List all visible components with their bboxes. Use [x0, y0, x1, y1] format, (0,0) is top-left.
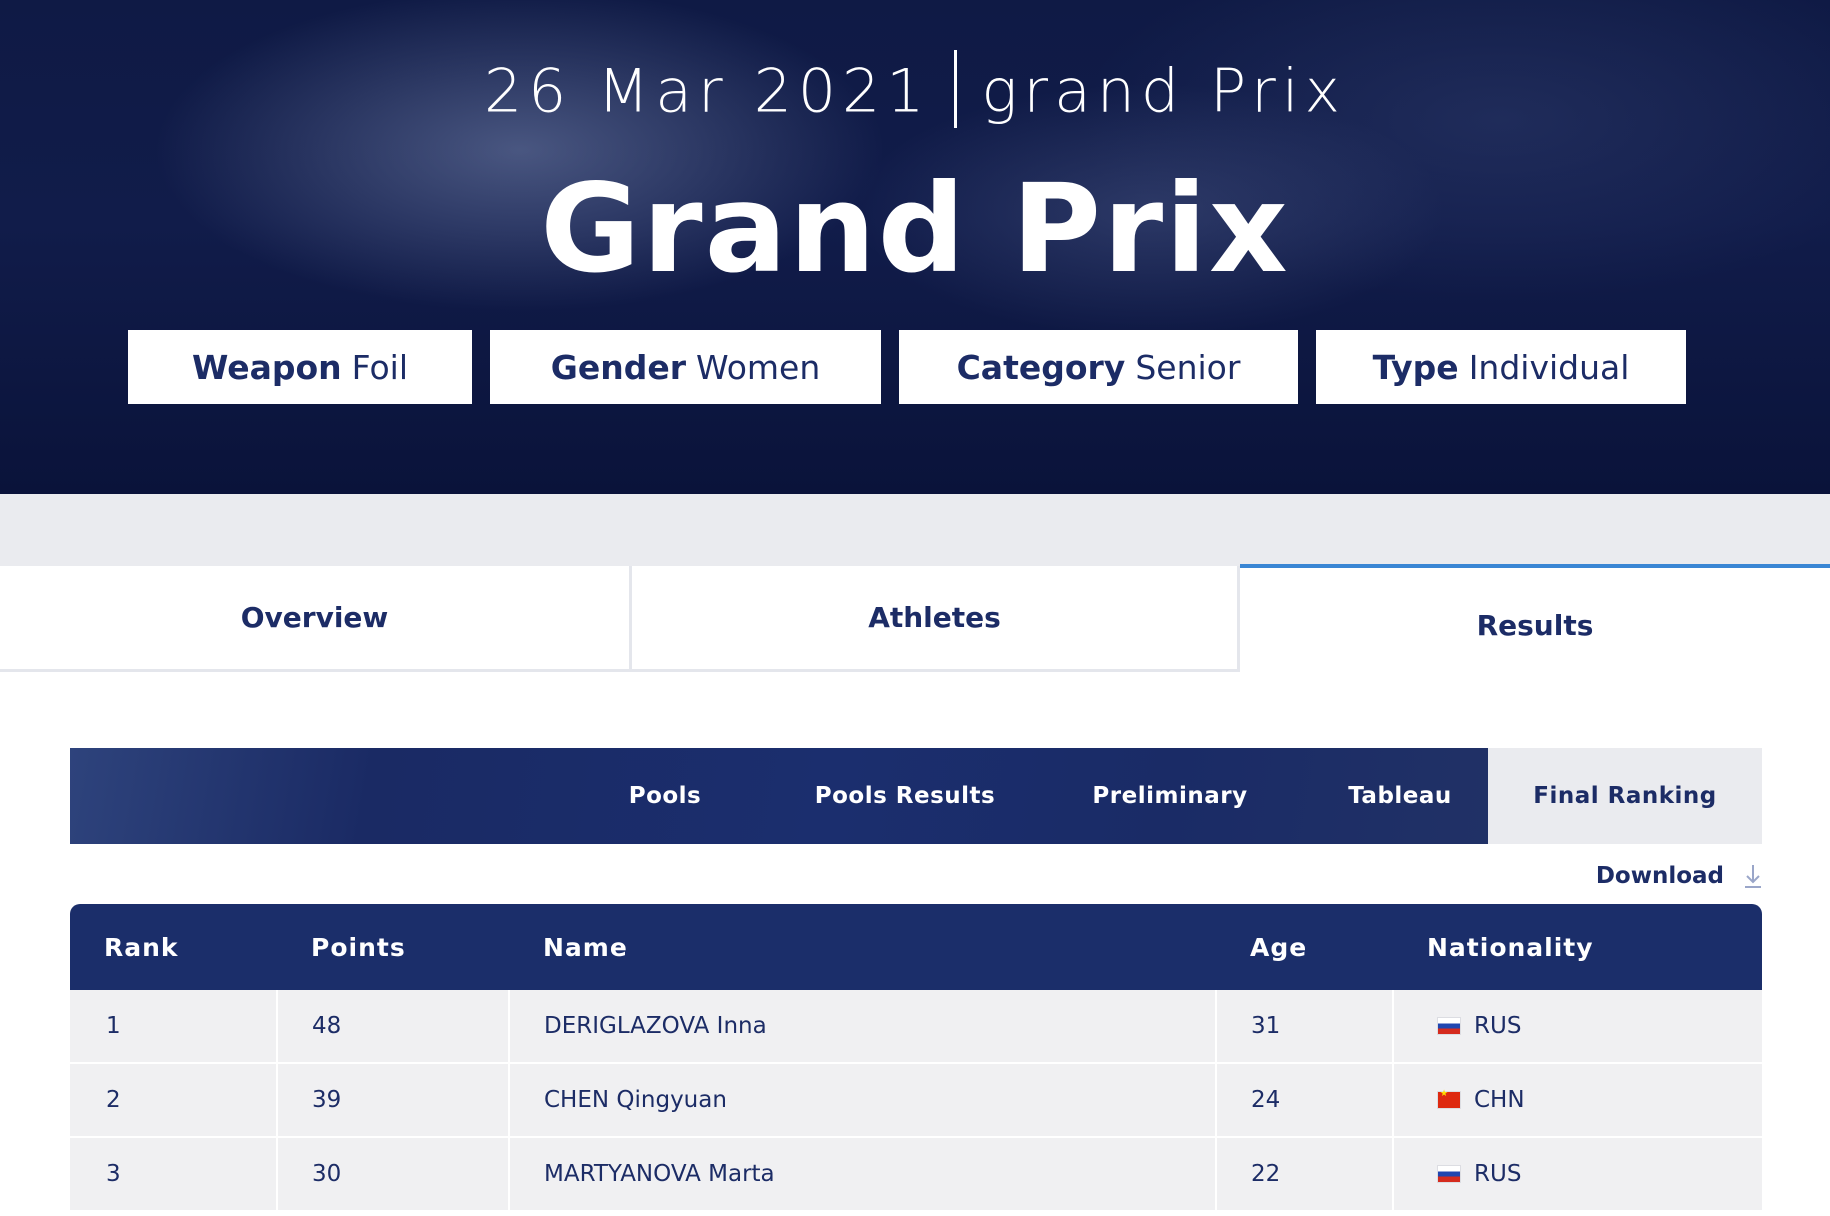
- column-divider: [1215, 990, 1217, 1062]
- column-divider: [508, 1064, 510, 1136]
- tab-athletes-label: Athletes: [868, 601, 1001, 634]
- hero-dateline: 26 Mar 2021 grand Prix: [0, 50, 1830, 134]
- final-ranking-table: Rank Points Name Age Nationality 1 48 DE…: [70, 904, 1762, 1212]
- results-subnav: Pools Pools Results Preliminary Tableau …: [70, 748, 1762, 844]
- cell-name[interactable]: DERIGLAZOVA Inna: [544, 990, 767, 1062]
- filter-type-key: Type: [1372, 347, 1459, 387]
- filter-weapon: Weapon Foil: [128, 330, 472, 404]
- filter-type-value: Individual: [1468, 347, 1630, 387]
- column-divider: [1215, 1138, 1217, 1210]
- subnav-pools-results-label: Pools Results: [814, 783, 996, 809]
- cell-nationality: RUS: [1438, 990, 1521, 1062]
- event-date: 26 Mar 2021: [484, 56, 931, 127]
- subnav-tableau-label: Tableau: [1348, 783, 1452, 809]
- header-rank[interactable]: Rank: [104, 904, 179, 990]
- column-divider: [276, 1064, 278, 1136]
- cell-rank: 2: [106, 1087, 121, 1113]
- filter-category: Category Senior: [899, 330, 1298, 404]
- column-divider: [508, 990, 510, 1062]
- download-button[interactable]: Download: [1596, 858, 1762, 894]
- hero-banner: 26 Mar 2021 grand Prix Grand Prix Weapon …: [0, 0, 1830, 494]
- filter-gender: Gender Women: [490, 330, 881, 404]
- cell-nationality: CHN: [1438, 1064, 1525, 1136]
- column-divider: [276, 1138, 278, 1210]
- subnav-final-ranking-label: Final Ranking: [1533, 783, 1717, 809]
- main-tabs: Overview Athletes Results: [0, 564, 1830, 676]
- cell-points: 30: [312, 1161, 342, 1187]
- table-row[interactable]: 3 30 MARTYANOVA Marta 22 RUS: [70, 1138, 1762, 1212]
- subnav-tableau[interactable]: Tableau: [1320, 748, 1480, 844]
- subnav-final-ranking[interactable]: Final Ranking: [1488, 748, 1762, 844]
- column-divider: [508, 1138, 510, 1210]
- cell-rank: 1: [106, 1013, 121, 1039]
- russia-flag-icon: [1438, 1018, 1460, 1034]
- dateline-separator: [954, 50, 958, 128]
- cell-age: 24: [1251, 1087, 1281, 1113]
- china-flag-icon: [1438, 1089, 1460, 1108]
- nationality-code: RUS: [1474, 1161, 1522, 1187]
- cell-rank: 3: [106, 1161, 121, 1187]
- filter-chips: Weapon Foil Gender Women Category Senior…: [0, 330, 1830, 404]
- header-name[interactable]: Name: [543, 904, 628, 990]
- column-divider: [1392, 1138, 1394, 1210]
- cell-age: 22: [1251, 1161, 1281, 1187]
- nationality-code: CHN: [1474, 1087, 1525, 1113]
- filter-weapon-value: Foil: [351, 347, 408, 387]
- column-divider: [1392, 1064, 1394, 1136]
- download-arrow-icon: [1744, 863, 1762, 889]
- russia-flag-icon: [1438, 1166, 1460, 1182]
- filter-gender-key: Gender: [550, 347, 686, 387]
- cell-points: 48: [312, 1013, 342, 1039]
- subnav-preliminary[interactable]: Preliminary: [1060, 748, 1280, 844]
- cell-age: 31: [1251, 1013, 1281, 1039]
- subnav-pools-results[interactable]: Pools Results: [800, 748, 1010, 844]
- column-divider: [1392, 990, 1394, 1062]
- subnav-pools-label: Pools: [628, 783, 702, 809]
- header-nationality[interactable]: Nationality: [1427, 904, 1594, 990]
- table-row[interactable]: 2 39 CHEN Qingyuan 24 CHN: [70, 1064, 1762, 1138]
- subnav-pools[interactable]: Pools: [595, 748, 735, 844]
- tab-results[interactable]: Results: [1240, 564, 1830, 674]
- event-subtitle: grand Prix: [981, 56, 1346, 127]
- cell-points: 39: [312, 1087, 342, 1113]
- column-divider: [276, 990, 278, 1062]
- header-age[interactable]: Age: [1250, 904, 1307, 990]
- page-title: Grand Prix: [540, 158, 1290, 300]
- tab-overview-label: Overview: [240, 601, 389, 634]
- download-label: Download: [1595, 863, 1724, 889]
- section-divider-band: [0, 494, 1830, 566]
- column-divider: [1215, 1064, 1217, 1136]
- nationality-code: RUS: [1474, 1013, 1522, 1039]
- filter-category-key: Category: [956, 347, 1126, 387]
- cell-name[interactable]: MARTYANOVA Marta: [544, 1138, 775, 1210]
- tab-results-label: Results: [1476, 608, 1594, 642]
- tab-overview[interactable]: Overview: [0, 566, 632, 672]
- tab-athletes[interactable]: Athletes: [632, 566, 1240, 672]
- cell-name[interactable]: CHEN Qingyuan: [544, 1064, 727, 1136]
- cell-nationality: RUS: [1438, 1138, 1521, 1210]
- filter-weapon-key: Weapon: [191, 347, 342, 387]
- table-header: Rank Points Name Age Nationality: [70, 904, 1762, 990]
- filter-type: Type Individual: [1316, 330, 1686, 404]
- subnav-preliminary-label: Preliminary: [1092, 783, 1248, 809]
- header-points[interactable]: Points: [311, 904, 406, 990]
- filter-category-value: Senior: [1135, 347, 1241, 387]
- filter-gender-value: Women: [696, 347, 821, 387]
- table-row[interactable]: 1 48 DERIGLAZOVA Inna 31 RUS: [70, 990, 1762, 1064]
